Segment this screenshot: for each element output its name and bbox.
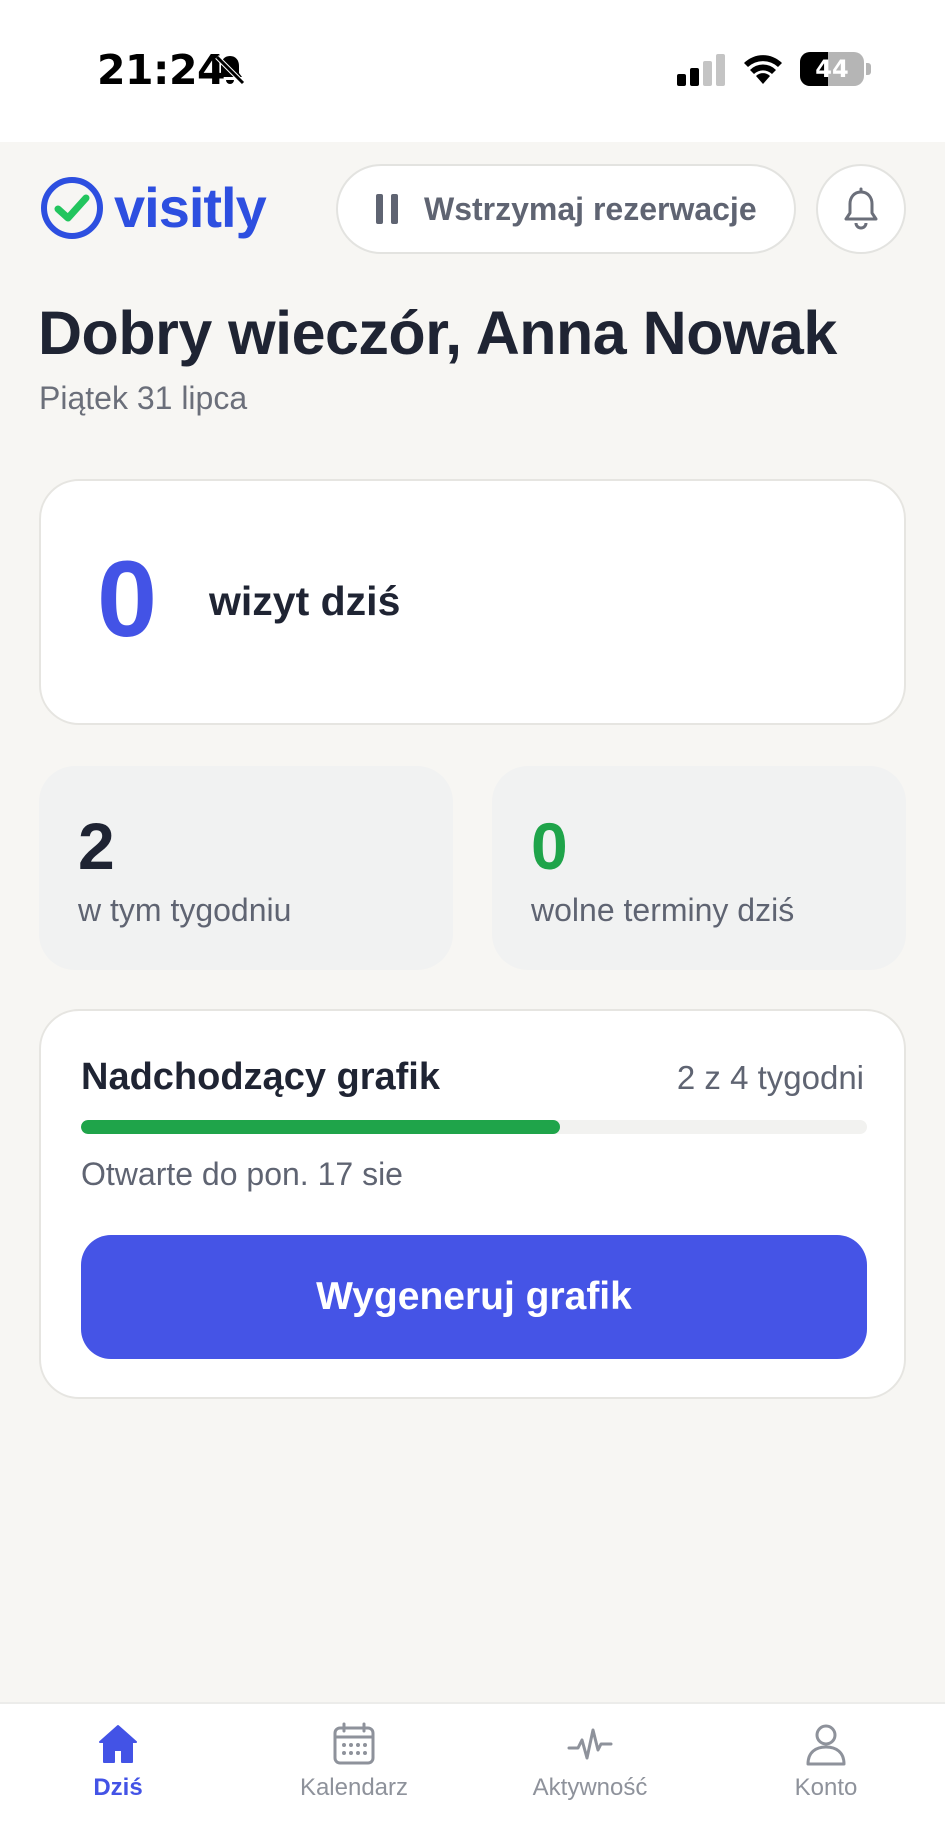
tab-today-label: Dziś [93,1774,143,1801]
tab-activity[interactable]: Aktywność [490,1720,690,1820]
pause-bookings-label: Wstrzymaj rezerwacje [424,190,757,227]
upcoming-schedule-card: Nadchodzący grafik 2 z 4 tygodni Otwarte… [39,1009,906,1399]
battery-percent: 44 [815,55,849,83]
greeting-title: Dobry wieczór, Anna Nowak [38,299,837,367]
pause-bookings-button[interactable]: Wstrzymaj rezerwacje [336,164,796,254]
activity-icon [567,1728,613,1760]
check-circle-logo-icon [41,177,103,239]
battery-indicator: 44 [800,52,871,86]
status-bar: 21:24 44 [0,0,945,142]
brand-name: visitly [114,176,267,239]
tab-calendar-label: Kalendarz [299,1774,409,1801]
free-slots-count: 0 [531,809,568,883]
user-icon [806,1724,846,1766]
tab-today[interactable]: Dziś [18,1720,218,1820]
free-slots-card: 0 wolne terminy dziś [492,766,906,970]
week-visits-card: 2 w tym tygodniu [39,766,453,970]
pause-icon [376,194,398,224]
schedule-title: Nadchodzący grafik [81,1056,440,1098]
bell-icon [844,187,878,230]
schedule-open-until: Otwarte do pon. 17 sie [81,1156,403,1192]
today-visits-card: 0 wizyt dziś [39,479,906,725]
schedule-weeks-count: 2 z 4 tygodni [676,1059,864,1096]
generate-schedule-button[interactable]: Wygeneruj grafik [81,1235,867,1359]
today-visits-label: wizyt dziś [209,578,401,624]
status-time: 21:24 [97,46,226,94]
notifications-button[interactable] [816,164,906,254]
calendar-icon [333,1722,375,1765]
current-date: Piątek 31 lipca [39,380,248,416]
app-logo: visitly [40,176,267,240]
tab-calendar[interactable]: Kalendarz [254,1720,454,1820]
tab-account-label: Konto [794,1774,858,1801]
schedule-progress-bar [81,1120,867,1134]
bell-muted-icon [215,55,245,85]
week-visits-label: w tym tygodniu [78,892,292,928]
cellular-signal-icon [677,54,725,86]
week-visits-count: 2 [78,809,115,883]
today-visits-count: 0 [97,538,158,659]
tab-activity-label: Aktywność [532,1774,648,1801]
bottom-tab-bar: Dziś Kalendarz Aktywność Konto [0,1702,945,1840]
schedule-progress-fill [81,1120,561,1134]
home-icon [99,1725,137,1763]
tab-account[interactable]: Konto [726,1720,926,1820]
wifi-icon [744,55,782,84]
free-slots-label: wolne terminy dziś [531,892,795,928]
